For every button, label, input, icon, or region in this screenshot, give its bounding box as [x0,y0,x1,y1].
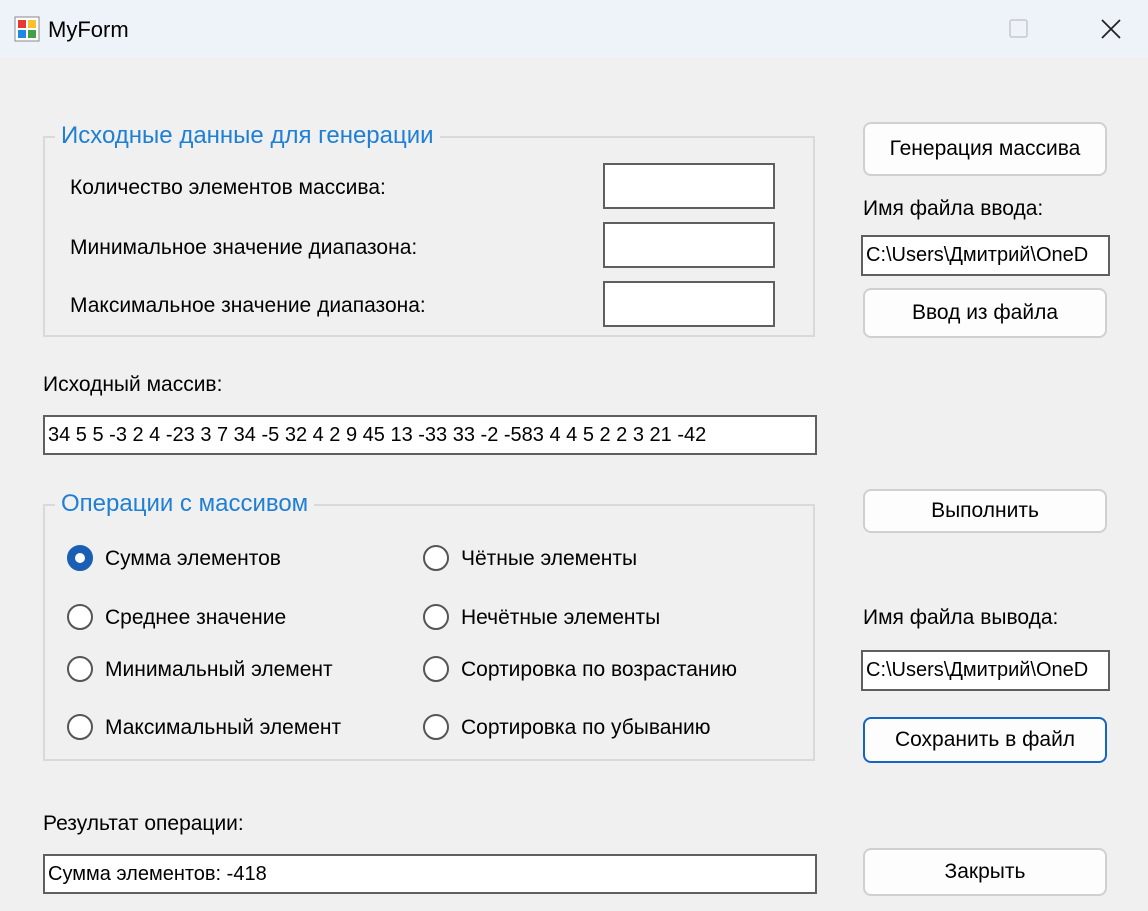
count-label: Количество элементов массива: [70,176,386,199]
result-field[interactable]: Сумма элементов: -418 [43,854,817,894]
min-label: Минимальное значение диапазона: [70,236,418,259]
close-window-button[interactable] [1066,0,1148,58]
source-array-field[interactable]: 34 5 5 -3 2 4 -23 3 7 34 -5 32 4 2 9 45 … [43,415,817,455]
radio-indicator [67,545,93,571]
generation-group-title: Исходные данные для генерации [55,122,440,150]
radio-label: Сумма элементов [105,547,281,570]
radio-label: Минимальный элемент [105,658,333,681]
source-array-label: Исходный массив: [43,373,223,396]
execute-button[interactable]: Выполнить [863,489,1107,533]
operations-group-title: Операции с массивом [55,490,315,518]
radio-label: Чётные элементы [461,547,638,570]
close-icon [1101,19,1121,39]
input-file-field[interactable]: C:\Users\Дмитрий\OneD [861,235,1110,276]
radio-indicator [67,604,93,630]
radio-label: Сортировка по возрастанию [461,658,737,681]
save-to-file-button[interactable]: Сохранить в файл [863,717,1107,763]
maximize-icon [1009,19,1028,38]
radio-indicator [67,714,93,740]
radio-indicator [423,714,449,740]
input-file-label: Имя файла ввода: [863,197,1044,220]
radio-label: Нечётные элементы [461,606,661,629]
min-input[interactable] [603,222,775,268]
app-icon [14,16,40,42]
generate-array-button[interactable]: Генерация массива [863,122,1107,176]
max-input[interactable] [603,281,775,327]
max-label: Максимальное значение диапазона: [70,294,426,317]
output-file-field[interactable]: C:\Users\Дмитрий\OneD [861,650,1110,691]
load-from-file-button[interactable]: Ввод из файла [863,288,1107,338]
count-input[interactable] [603,163,775,209]
radio-indicator [67,656,93,682]
close-button[interactable]: Закрыть [863,848,1107,896]
output-file-label: Имя файла вывода: [863,606,1059,629]
radio-indicator [423,545,449,571]
maximize-button[interactable] [974,0,1064,58]
radio-indicator [423,656,449,682]
radio-label: Сортировка по убыванию [461,716,711,739]
radio-label: Среднее значение [105,606,287,629]
result-label: Результат операции: [43,812,244,835]
radio-indicator [423,604,449,630]
window-title: MyForm [48,17,129,42]
radio-label: Максимальный элемент [105,716,342,739]
title-bar: MyForm [0,0,1148,58]
